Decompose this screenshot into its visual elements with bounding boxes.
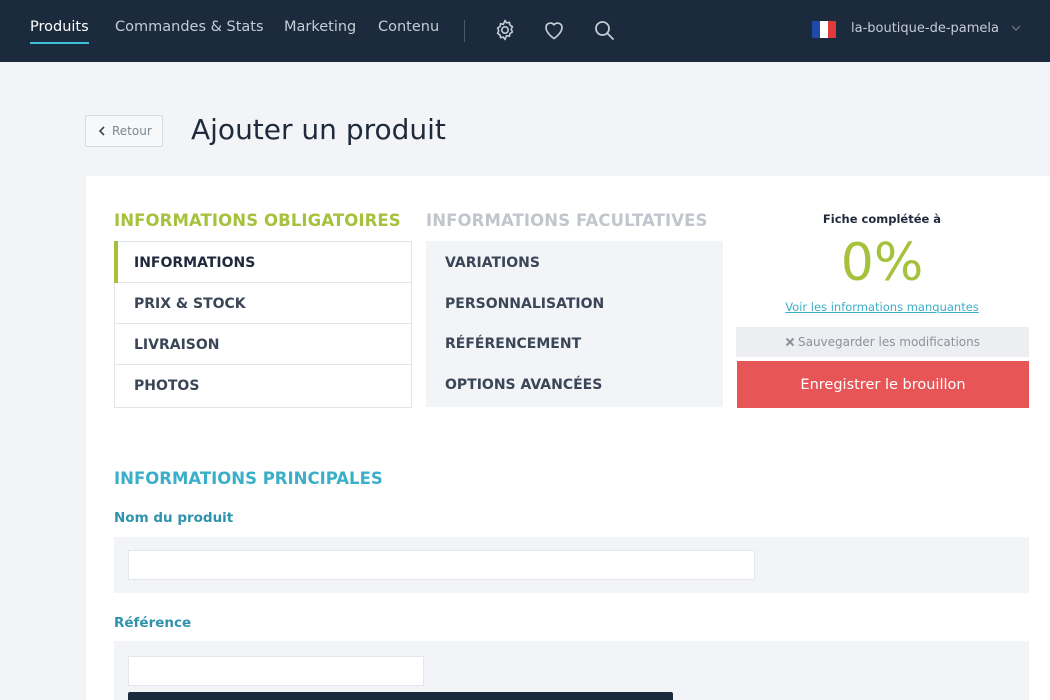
close-icon <box>785 337 795 347</box>
menu-item-livraison[interactable]: LIVRAISON <box>115 324 411 365</box>
optional-info-title: INFORMATIONS FACULTATIVES <box>426 211 708 230</box>
page-title: Ajouter un produit <box>191 113 446 146</box>
nav-separator <box>464 20 465 42</box>
nav-item-marketing[interactable]: Marketing <box>284 19 356 35</box>
chevron-left-icon <box>98 126 105 136</box>
save-changes-label: Sauvegarder les modifications <box>797 335 980 349</box>
product-name-input[interactable] <box>128 550 755 580</box>
back-button-label: Retour <box>112 124 152 138</box>
required-info-title: INFORMATIONS OBLIGATOIRES <box>114 211 401 230</box>
menu-item-label: INFORMATIONS <box>134 255 256 271</box>
menu-item-variations[interactable]: VARIATIONS <box>426 241 723 282</box>
gear-icon[interactable] <box>493 18 517 42</box>
menu-item-referencement[interactable]: RÉFÉRENCEMENT <box>426 322 723 363</box>
menu-item-label: OPTIONS AVANCÉES <box>445 377 603 393</box>
french-flag-icon[interactable] <box>812 21 836 38</box>
reference-input[interactable] <box>128 656 424 686</box>
menu-item-personnalisation[interactable]: PERSONNALISATION <box>426 282 723 323</box>
shop-selector[interactable]: la-boutique-de-pamela <box>851 21 999 36</box>
save-draft-label: Enregistrer le brouillon <box>800 376 966 393</box>
completion-label: Fiche complétée à <box>822 212 942 226</box>
menu-item-options-avancees[interactable]: OPTIONS AVANCÉES <box>426 363 723 404</box>
top-navbar: Produits Commandes & Stats Marketing Con… <box>0 0 1050 62</box>
search-icon[interactable] <box>592 18 616 42</box>
back-button[interactable]: Retour <box>85 115 163 147</box>
menu-item-photos[interactable]: PHOTOS <box>115 365 411 406</box>
menu-item-label: PHOTOS <box>134 378 200 394</box>
menu-item-prix-stock[interactable]: PRIX & STOCK <box>115 283 411 324</box>
chevron-down-icon[interactable] <box>1011 24 1021 32</box>
nav-item-commandes-stats[interactable]: Commandes & Stats <box>115 19 264 35</box>
reference-label: Référence <box>114 615 192 631</box>
required-info-menu: INFORMATIONS PRIX & STOCK LIVRAISON PHOT… <box>114 241 412 408</box>
save-draft-button[interactable]: Enregistrer le brouillon <box>737 361 1029 408</box>
nav-active-underline <box>30 42 89 44</box>
menu-item-label: LIVRAISON <box>134 337 220 353</box>
menu-item-informations[interactable]: INFORMATIONS <box>114 241 411 283</box>
nav-item-produits[interactable]: Produits <box>30 19 89 35</box>
menu-item-label: PERSONNALISATION <box>445 296 605 312</box>
product-name-label: Nom du produit <box>114 510 234 526</box>
save-changes-button[interactable]: Sauvegarder les modifications <box>736 327 1029 357</box>
menu-item-label: RÉFÉRENCEMENT <box>445 336 582 352</box>
menu-item-label: PRIX & STOCK <box>134 296 246 312</box>
nav-item-contenu[interactable]: Contenu <box>378 19 439 35</box>
optional-info-menu: VARIATIONS PERSONNALISATION RÉFÉRENCEMEN… <box>426 241 723 407</box>
completion-percentage: 0% <box>840 233 924 293</box>
menu-item-label: VARIATIONS <box>445 255 540 271</box>
main-info-section-title: INFORMATIONS PRINCIPALES <box>114 469 383 488</box>
missing-info-link[interactable]: Voir les informations manquantes <box>742 300 1022 314</box>
active-indicator <box>114 241 118 283</box>
heart-icon[interactable] <box>542 18 566 42</box>
next-field-dropdown[interactable] <box>128 692 673 700</box>
